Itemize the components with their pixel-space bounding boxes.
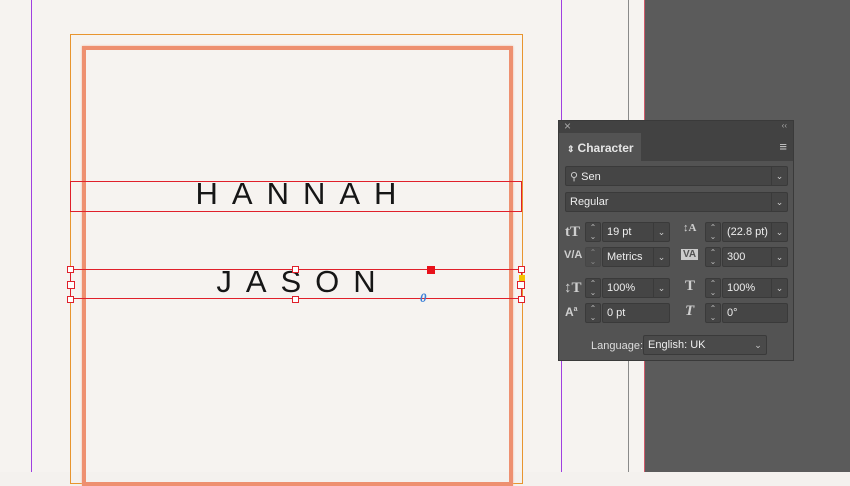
horizontal-scale-stepper[interactable]: ⌃ ⌄: [705, 278, 721, 298]
skew-icon: T: [685, 303, 695, 319]
font-size-stepper[interactable]: ⌃ ⌄: [585, 222, 601, 242]
handle-top-left[interactable]: [67, 266, 74, 273]
chevron-down-icon: ⌄: [771, 167, 787, 185]
handle-bottom-left[interactable]: [67, 296, 74, 303]
collapse-icon[interactable]: ‹‹: [782, 121, 787, 130]
out-port-icon[interactable]: [519, 275, 525, 281]
handle-top-middle[interactable]: [292, 266, 299, 273]
character-panel: × ‹‹ ⇕ Character ≡ ⚲ Sen ⌄ Regular ⌄ tT ⌃ ⌄ …: [558, 119, 794, 361]
text-frame-jason[interactable]: JASON: [70, 264, 522, 299]
vertical-scale-stepper[interactable]: ⌃ ⌄: [585, 278, 601, 298]
tracking-stepper[interactable]: ⌃ ⌄: [705, 247, 721, 267]
panel-menu-icon[interactable]: ≡: [779, 139, 787, 154]
search-icon: ⚲: [570, 171, 579, 183]
updown-icon: ⇕: [567, 144, 575, 154]
horizontal-scale-icon: T: [685, 278, 696, 294]
font-style-field[interactable]: Regular ⌄: [565, 192, 788, 212]
leading-icon: ↕A: [683, 222, 697, 234]
language-dropdown[interactable]: English: UK ⌄: [643, 335, 767, 355]
content-grabber-icon[interactable]: [427, 266, 435, 274]
chevron-down-icon: ⌄: [771, 193, 787, 211]
leading-stepper[interactable]: ⌃ ⌄: [705, 222, 721, 242]
horizontal-scale-field[interactable]: 100% ⌄: [722, 278, 788, 298]
text-hannah[interactable]: HANNAH: [71, 176, 521, 212]
kerning-icon: V/A: [564, 249, 583, 261]
baseline-shift-stepper[interactable]: ⌃ ⌄: [585, 303, 601, 323]
language-label: Language:: [591, 340, 643, 352]
margin-guide-left: [31, 0, 32, 472]
kerning-stepper[interactable]: ⌃ ⌄: [585, 247, 601, 267]
handle-right-middle[interactable]: [517, 281, 525, 289]
font-size-icon: tT: [565, 224, 580, 240]
handle-bottom-right[interactable]: [518, 296, 525, 303]
baseline-shift-field[interactable]: 0 pt: [602, 303, 670, 323]
tab-character[interactable]: ⇕ Character: [559, 133, 641, 161]
text-frame-hannah[interactable]: HANNAH: [70, 176, 522, 212]
skew-field[interactable]: 0°: [722, 303, 788, 323]
leading-field[interactable]: (22.8 pt) ⌄: [722, 222, 788, 242]
kerning-field[interactable]: Metrics ⌄: [602, 247, 670, 267]
vertical-scale-icon: ↕T: [564, 280, 582, 296]
font-family-field[interactable]: ⚲ Sen ⌄: [565, 166, 788, 186]
tracking-field[interactable]: 300 ⌄: [722, 247, 788, 267]
baseline-shift-icon: Aa: [565, 305, 578, 319]
font-size-field[interactable]: 19 pt ⌄: [602, 222, 670, 242]
handle-left-middle[interactable]: [67, 281, 75, 289]
overset-count: 0: [420, 290, 427, 305]
handle-bottom-middle[interactable]: [292, 296, 299, 303]
handle-top-right[interactable]: [518, 266, 525, 273]
vertical-scale-field[interactable]: 100% ⌄: [602, 278, 670, 298]
skew-stepper[interactable]: ⌃ ⌄: [705, 303, 721, 323]
tracking-icon: VA: [681, 249, 699, 260]
close-icon[interactable]: ×: [564, 119, 571, 133]
